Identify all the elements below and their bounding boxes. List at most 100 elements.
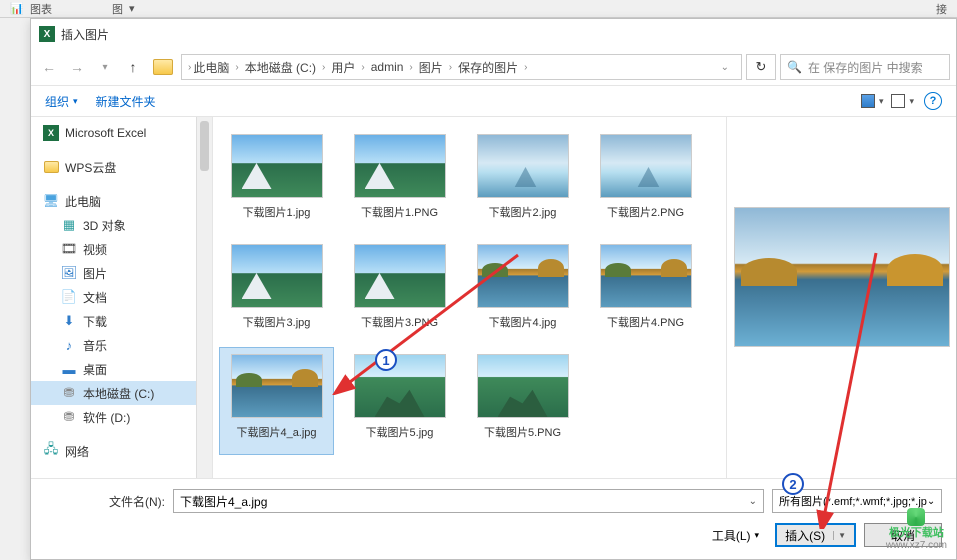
toolbar-row: 组织 ▾ 新建文件夹 ▾ ▾ ? — [31, 85, 956, 117]
ribbon-label-link: 接 — [936, 1, 947, 17]
sidebar-item-4[interactable]: 🎞视频 — [31, 237, 212, 261]
new-folder-button[interactable]: 新建文件夹 — [96, 93, 156, 110]
tools-dropdown[interactable]: 工具(L) ▾ — [704, 523, 767, 547]
file-grid[interactable]: 下载图片1.jpg 下载图片1.PNG 下载图片2.jpg 下载图片2.PNG … — [213, 117, 726, 478]
sidebar-item-10[interactable]: ⛃本地磁盘 (C:) — [31, 381, 212, 405]
breadcrumb-dropdown-icon[interactable]: ⌄ — [715, 62, 735, 73]
file-item-6[interactable]: 下载图片4.jpg — [465, 237, 580, 345]
insert-button[interactable]: 插入(S)▼ — [775, 523, 856, 547]
ribbon-label-pic: 图 — [112, 1, 123, 17]
filename-row: 文件名(N): 下载图片4_a.jpg ⌄ 所有图片(*.emf;*.wmf;*… — [45, 489, 942, 513]
sidebar-item-6[interactable]: 📄文档 — [31, 285, 212, 309]
folder-icon — [153, 59, 173, 75]
sidebar-label: 3D 对象 — [83, 217, 126, 234]
sidebar-item-3[interactable]: ▦3D 对象 — [31, 213, 212, 237]
crumb-1[interactable]: 本地磁盘 (C:) — [245, 59, 316, 76]
sidebar-item-7[interactable]: ⬇下载 — [31, 309, 212, 333]
file-thumb — [354, 244, 446, 308]
file-name: 下载图片5.jpg — [366, 424, 434, 440]
file-name: 下载图片5.PNG — [484, 424, 561, 440]
file-thumb — [600, 244, 692, 308]
organize-button[interactable]: 组织 ▾ — [45, 93, 78, 110]
crumb-4[interactable]: 图片 — [419, 59, 443, 76]
sidebar-label: 文档 — [83, 289, 107, 306]
sidebar-item-9[interactable]: ▬桌面 — [31, 357, 212, 381]
sidebar-label: 下载 — [83, 313, 107, 330]
search-icon: 🔍 — [787, 60, 802, 74]
file-item-7[interactable]: 下载图片4.PNG — [588, 237, 703, 345]
file-item-1[interactable]: 下载图片1.PNG — [342, 127, 457, 235]
button-row: 工具(L) ▾ 插入(S)▼ 取消 — [45, 523, 942, 547]
file-item-2[interactable]: 下载图片2.jpg — [465, 127, 580, 235]
sidebar-label: 视频 — [83, 241, 107, 258]
sidebar-label: 本地磁盘 (C:) — [83, 385, 154, 402]
file-area: 下载图片1.jpg 下载图片1.PNG 下载图片2.jpg 下载图片2.PNG … — [213, 117, 956, 478]
sidebar-item-8[interactable]: ♪音乐 — [31, 333, 212, 357]
file-thumb — [477, 354, 569, 418]
file-item-3[interactable]: 下载图片2.PNG — [588, 127, 703, 235]
sidebar-scrollbar[interactable] — [196, 117, 212, 478]
sidebar-label: 网络 — [65, 443, 89, 460]
preview-pane — [726, 117, 956, 478]
filetype-filter[interactable]: 所有图片(*.emf;*.wmf;*.jpg;*.jp ⌄ — [772, 489, 942, 513]
file-item-4[interactable]: 下载图片3.jpg — [219, 237, 334, 345]
crumb-5[interactable]: 保存的图片 — [458, 59, 518, 76]
up-button[interactable]: ↑ — [121, 55, 145, 79]
file-item-8[interactable]: 下载图片4_a.jpg — [219, 347, 334, 455]
sidebar-item-2[interactable]: 🖥此电脑 — [31, 189, 212, 213]
file-item-0[interactable]: 下载图片1.jpg — [219, 127, 334, 235]
dialog-title: 插入图片 — [61, 26, 109, 43]
ribbon-label-chart: 图表 — [30, 1, 52, 17]
crumb-2[interactable]: 用户 — [331, 59, 355, 76]
sidebar-label: WPS云盘 — [65, 159, 116, 176]
file-thumb — [231, 244, 323, 308]
file-name: 下载图片3.jpg — [243, 314, 311, 330]
filename-dropdown-icon[interactable]: ⌄ — [749, 496, 757, 507]
crumb-3[interactable]: admin — [371, 60, 404, 74]
file-thumb — [354, 134, 446, 198]
refresh-button[interactable]: ↻ — [746, 54, 776, 80]
sidebar-label: 音乐 — [83, 337, 107, 354]
nav-sidebar: XMicrosoft Excel WPS云盘 🖥此电脑▦3D 对象🎞视频🖼图片📄文档… — [31, 117, 213, 478]
filter-text: 所有图片(*.emf;*.wmf;*.jpg;*.jp — [779, 493, 927, 509]
insert-split-icon[interactable]: ▼ — [833, 531, 846, 540]
preview-image — [734, 207, 950, 347]
file-item-9[interactable]: 下载图片5.jpg — [342, 347, 457, 455]
sidebar-item-11[interactable]: ⛃软件 (D:) — [31, 405, 212, 429]
preview-toggle[interactable]: ▾ — [891, 94, 914, 108]
breadcrumb-bar[interactable]: › 此电脑› 本地磁盘 (C:)› 用户› admin› 图片› 保存的图片› … — [181, 54, 742, 80]
file-name: 下载图片1.jpg — [243, 204, 311, 220]
forward-button[interactable]: → — [65, 55, 89, 79]
search-placeholder: 在 保存的图片 中搜索 — [808, 59, 923, 76]
sidebar-item-12[interactable]: 🖧网络 — [31, 439, 212, 463]
file-thumb — [600, 134, 692, 198]
file-name: 下载图片2.jpg — [489, 204, 557, 220]
file-item-10[interactable]: 下载图片5.PNG — [465, 347, 580, 455]
sidebar-item-5[interactable]: 🖼图片 — [31, 261, 212, 285]
crumb-0[interactable]: 此电脑 — [193, 59, 229, 76]
background-ribbon: 📊图表 图 ▾ 接 — [0, 0, 957, 18]
view-mode-dropdown[interactable]: ▾ — [861, 94, 884, 108]
file-thumb — [477, 244, 569, 308]
sidebar-label: Microsoft Excel — [65, 126, 146, 140]
help-icon[interactable]: ? — [924, 92, 942, 110]
nav-row: ← → ▾ ↑ › 此电脑› 本地磁盘 (C:)› 用户› admin› 图片›… — [31, 49, 956, 85]
file-thumb — [231, 354, 323, 418]
cancel-button[interactable]: 取消 — [864, 523, 942, 547]
bottom-panel: 文件名(N): 下载图片4_a.jpg ⌄ 所有图片(*.emf;*.wmf;*… — [31, 478, 956, 559]
sidebar-item-1[interactable]: WPS云盘 — [31, 155, 212, 179]
file-thumb — [231, 134, 323, 198]
search-input[interactable]: 🔍 在 保存的图片 中搜索 — [780, 54, 950, 80]
file-thumb — [354, 354, 446, 418]
recent-dropdown[interactable]: ▾ — [93, 55, 117, 79]
excel-icon: X — [39, 26, 55, 42]
filename-value: 下载图片4_a.jpg — [180, 493, 267, 510]
sidebar-label: 软件 (D:) — [83, 409, 130, 426]
filename-input[interactable]: 下载图片4_a.jpg ⌄ — [173, 489, 764, 513]
sidebar-item-0[interactable]: XMicrosoft Excel — [31, 121, 212, 145]
back-button[interactable]: ← — [37, 55, 61, 79]
sidebar-label: 桌面 — [83, 361, 107, 378]
file-thumb — [477, 134, 569, 198]
file-item-5[interactable]: 下载图片3.PNG — [342, 237, 457, 345]
file-name: 下载图片2.PNG — [607, 204, 684, 220]
